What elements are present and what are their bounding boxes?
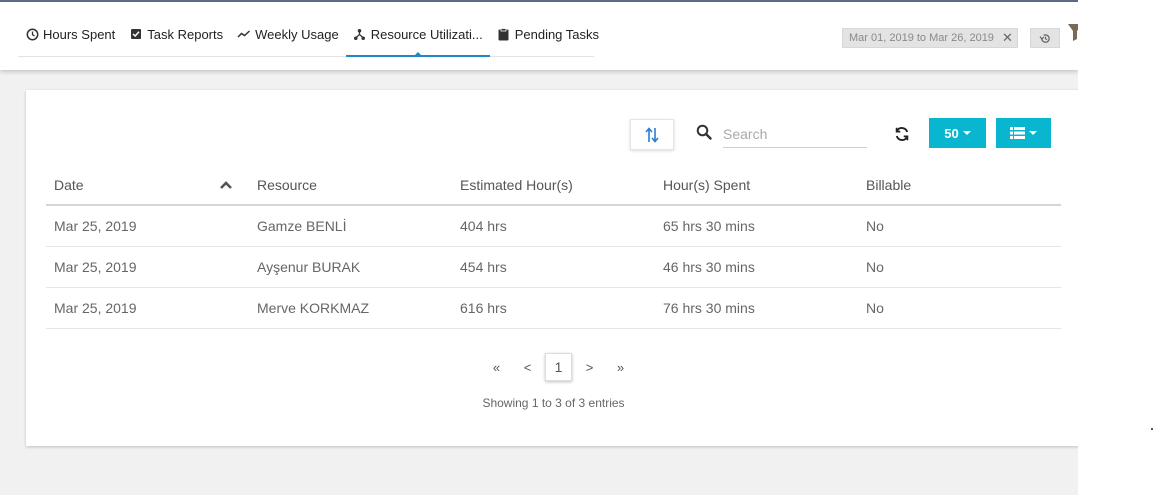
cell-billable: No [866, 259, 884, 275]
cell-resource: Merve KORKMAZ [257, 300, 370, 316]
current-page-button[interactable]: 1 [545, 353, 572, 381]
column-header-estimated-hours[interactable]: Estimated Hour(s) [452, 166, 655, 204]
sort-ascending-icon [220, 181, 232, 189]
date-range-filter[interactable]: Mar 01, 2019 to Mar 26, 2019 ✕ [842, 28, 1018, 48]
tab-resource-utilization[interactable]: Resource Utilizati... [345, 12, 490, 57]
page-size-label: 50 [944, 125, 959, 141]
cell-estimated-hours: 616 hrs [460, 300, 507, 316]
column-header-label: Estimated Hour(s) [460, 177, 573, 193]
table-row[interactable]: Mar 25, 2019 Merve KORKMAZ 616 hrs 76 hr… [46, 288, 1061, 329]
prev-page-button[interactable]: < [512, 353, 543, 381]
sort-order-button[interactable] [630, 119, 674, 150]
next-page-button[interactable]: > [574, 353, 605, 381]
network-icon [353, 27, 367, 41]
table-row[interactable]: Mar 25, 2019 Gamze BENLİ 404 hrs 65 hrs … [46, 206, 1061, 247]
column-header-label: Date [54, 177, 84, 193]
column-chooser-button[interactable] [996, 118, 1051, 148]
column-header-label: Hour(s) Spent [663, 177, 751, 193]
filter-icon[interactable] [1068, 22, 1078, 42]
clock-icon [25, 27, 39, 41]
cell-date: Mar 25, 2019 [54, 259, 137, 275]
tab-label: Hours Spent [43, 26, 116, 42]
sort-arrows-icon [645, 126, 659, 143]
search-icon [696, 124, 714, 142]
close-icon[interactable]: ✕ [1002, 30, 1013, 46]
utilization-table: Date Resource Estimated Hour(s) Hour(s) … [46, 166, 1061, 329]
tab-label: Task Reports [147, 26, 224, 42]
app-root: Hours Spent Task Reports Weekly Usage Re… [0, 0, 1078, 495]
date-range-label: Mar 01, 2019 to Mar 26, 2019 [849, 32, 994, 44]
tab-label: Weekly Usage [255, 26, 339, 42]
clipboard-icon [497, 27, 511, 41]
cell-hours-spent: 76 hrs 30 mins [663, 300, 755, 316]
blank-margin [1078, 0, 1154, 495]
column-header-date[interactable]: Date [46, 166, 249, 204]
report-tabs: Hours Spent Task Reports Weekly Usage Re… [18, 12, 599, 57]
chevron-down-icon [962, 131, 971, 135]
tab-weekly-usage[interactable]: Weekly Usage [230, 12, 346, 56]
top-bar: Hours Spent Task Reports Weekly Usage Re… [0, 0, 1078, 70]
trend-line-icon [237, 27, 251, 41]
history-icon [1039, 33, 1050, 43]
column-header-label: Billable [866, 177, 912, 193]
stray-dot [1151, 428, 1153, 430]
refresh-icon[interactable] [894, 126, 912, 144]
first-page-button[interactable]: « [481, 353, 512, 381]
entries-info: Showing 1 to 3 of 3 entries [482, 396, 625, 410]
tab-label: Resource Utilizati... [370, 26, 483, 42]
cell-resource: Ayşenur BURAK [257, 259, 361, 275]
column-header-resource[interactable]: Resource [249, 166, 452, 204]
table-row[interactable]: Mar 25, 2019 Ayşenur BURAK 454 hrs 46 hr… [46, 247, 1061, 288]
cell-billable: No [866, 218, 884, 234]
table-header: Date Resource Estimated Hour(s) Hour(s) … [46, 166, 1061, 206]
page-size-dropdown[interactable]: 50 [929, 118, 986, 148]
cell-estimated-hours: 404 hrs [460, 218, 507, 234]
cell-hours-spent: 65 hrs 30 mins [663, 218, 755, 234]
last-page-button[interactable]: » [605, 353, 636, 381]
tab-pending-tasks[interactable]: Pending Tasks [490, 12, 606, 56]
reset-filter-button[interactable] [1030, 28, 1060, 48]
column-header-hours-spent[interactable]: Hour(s) Spent [655, 166, 858, 204]
chevron-down-icon [1029, 131, 1037, 135]
tab-label: Pending Tasks [514, 26, 600, 42]
cell-date: Mar 25, 2019 [54, 218, 137, 234]
cell-resource: Gamze BENLİ [257, 218, 347, 234]
tab-task-reports[interactable]: Task Reports [122, 12, 230, 56]
active-tab-caret-icon [413, 52, 422, 56]
cell-date: Mar 25, 2019 [54, 300, 137, 316]
tab-hours-spent[interactable]: Hours Spent [18, 12, 122, 56]
column-header-label: Resource [257, 177, 317, 193]
cell-billable: No [866, 300, 884, 316]
cell-estimated-hours: 454 hrs [460, 259, 507, 275]
checkbox-icon [129, 27, 143, 41]
report-card: 50 Date Resource Estimated Hour(s) Hour(… [26, 90, 1078, 446]
list-icon [1010, 127, 1025, 139]
search-input[interactable] [723, 120, 867, 148]
column-header-billable[interactable]: Billable [858, 166, 1061, 204]
cell-hours-spent: 46 hrs 30 mins [663, 259, 755, 275]
pagination: « < 1 > » [481, 352, 636, 382]
